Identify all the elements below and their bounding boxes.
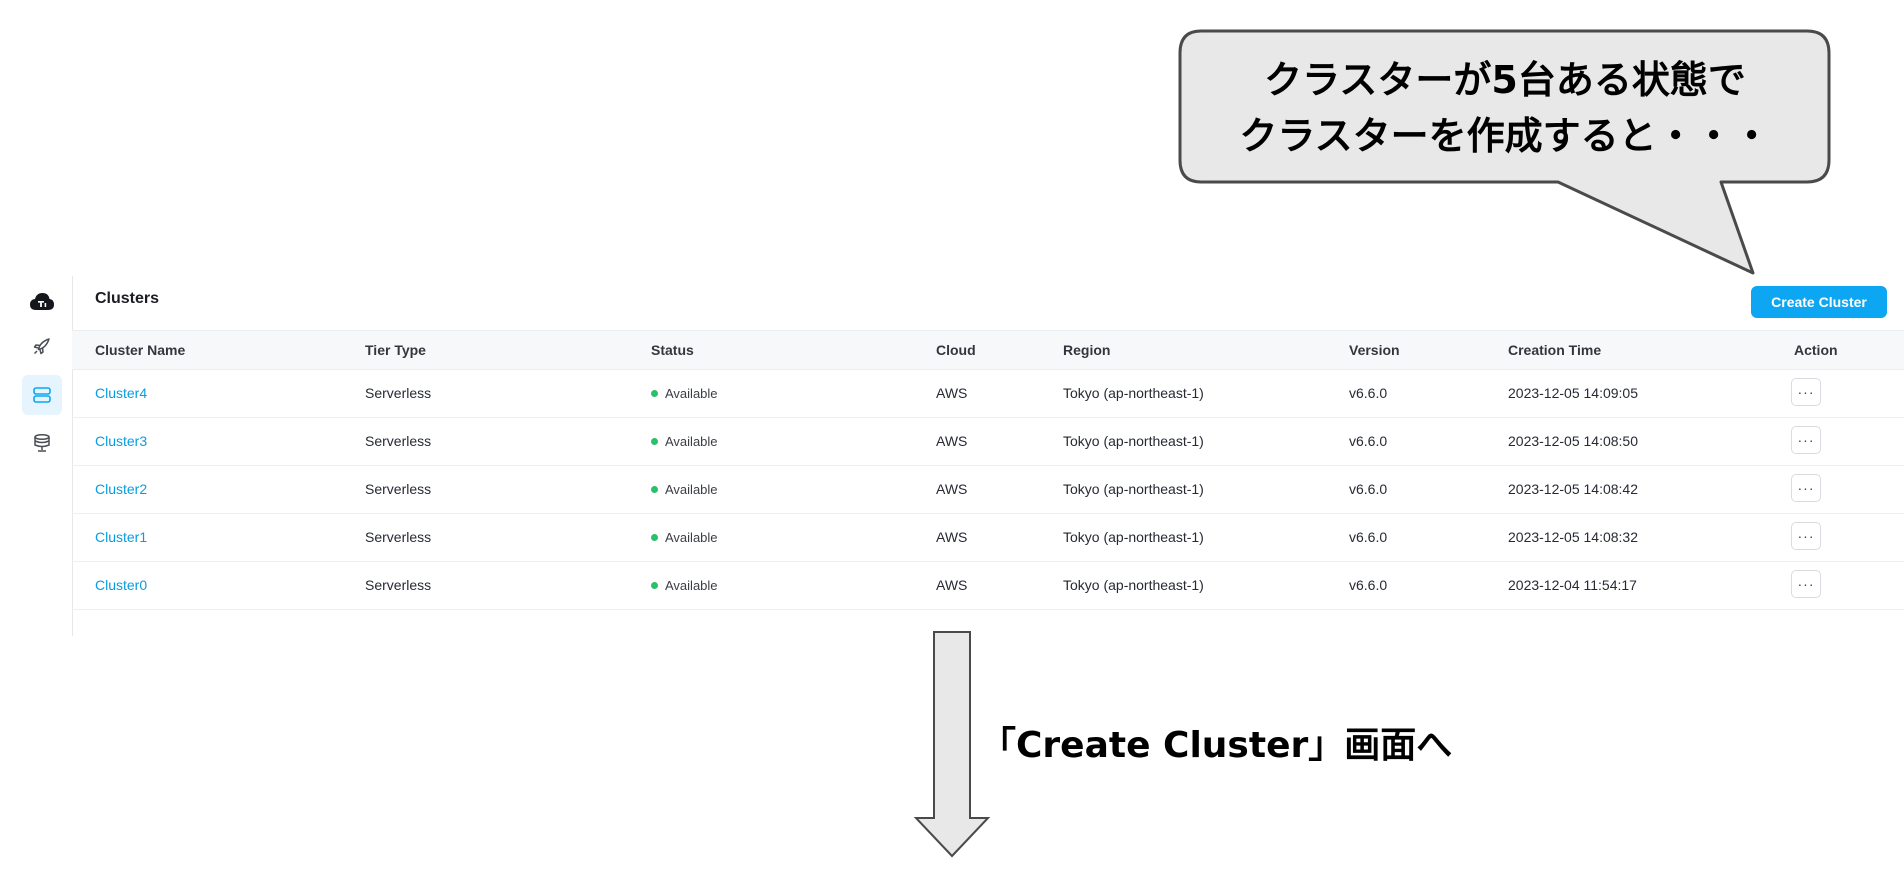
clusters-icon[interactable] (22, 375, 62, 415)
status-badge: Available (651, 578, 718, 593)
row-actions-button[interactable]: ··· (1791, 474, 1821, 502)
cloud: AWS (936, 481, 968, 497)
column-header-cluster-name[interactable]: Cluster Name (95, 342, 185, 358)
creation-time: 2023-12-05 14:08:32 (1508, 529, 1638, 545)
status-text: Available (665, 434, 718, 449)
callout-text: クラスターが5台ある状態で クラスターを作成すると・・・ (1180, 52, 1830, 164)
region: Tokyo (ap-northeast-1) (1063, 529, 1204, 545)
region: Tokyo (ap-northeast-1) (1063, 577, 1204, 593)
version: v6.6.0 (1349, 577, 1388, 593)
region: Tokyo (ap-northeast-1) (1063, 385, 1204, 401)
create-cluster-button[interactable]: Create Cluster (1751, 286, 1887, 318)
page-title: Clusters (95, 290, 160, 307)
row-actions-button[interactable]: ··· (1791, 522, 1821, 550)
cloud: AWS (936, 529, 968, 545)
table-row: Cluster3 Serverless Available AWS Tokyo … (72, 418, 1904, 466)
cloud-logo-icon[interactable] (22, 282, 62, 322)
status-badge: Available (651, 386, 718, 401)
tier-type: Serverless (365, 529, 432, 545)
table-header: Cluster Name Tier Type Status Cloud Regi… (72, 330, 1904, 370)
rocket-icon[interactable] (22, 326, 62, 366)
cluster-name-link[interactable]: Cluster1 (95, 529, 147, 545)
cluster-name-link[interactable]: Cluster4 (95, 385, 147, 401)
status-dot-icon (651, 534, 658, 541)
version: v6.6.0 (1349, 481, 1388, 497)
version: v6.6.0 (1349, 433, 1388, 449)
table-row: Cluster4 Serverless Available AWS Tokyo … (72, 370, 1904, 418)
sidebar (0, 276, 73, 636)
region: Tokyo (ap-northeast-1) (1063, 433, 1204, 449)
column-header-region[interactable]: Region (1063, 342, 1110, 358)
creation-time: 2023-12-05 14:08:50 (1508, 433, 1638, 449)
status-badge: Available (651, 482, 718, 497)
table-row: Cluster1 Serverless Available AWS Tokyo … (72, 514, 1904, 562)
creation-time: 2023-12-05 14:08:42 (1508, 481, 1638, 497)
status-text: Available (665, 530, 718, 545)
table-row: Cluster0 Serverless Available AWS Tokyo … (72, 562, 1904, 610)
database-icon[interactable] (22, 423, 62, 463)
cluster-name-link[interactable]: Cluster0 (95, 577, 147, 593)
cloud: AWS (936, 385, 968, 401)
cluster-name-link[interactable]: Cluster2 (95, 481, 147, 497)
tier-type: Serverless (365, 433, 432, 449)
region: Tokyo (ap-northeast-1) (1063, 481, 1204, 497)
clusters-table: Cluster Name Tier Type Status Cloud Regi… (72, 330, 1904, 610)
status-badge: Available (651, 530, 718, 545)
column-header-action: Action (1794, 342, 1838, 358)
status-badge: Available (651, 434, 718, 449)
cluster-name-link[interactable]: Cluster3 (95, 433, 147, 449)
column-header-cloud[interactable]: Cloud (936, 342, 976, 358)
callout-line-2: クラスターを作成すると・・・ (1239, 114, 1771, 158)
row-actions-button[interactable]: ··· (1791, 570, 1821, 598)
table-row: Cluster2 Serverless Available AWS Tokyo … (72, 466, 1904, 514)
status-text: Available (665, 386, 718, 401)
creation-time: 2023-12-05 14:09:05 (1508, 385, 1638, 401)
status-dot-icon (651, 390, 658, 397)
cloud: AWS (936, 433, 968, 449)
tier-type: Serverless (365, 577, 432, 593)
status-text: Available (665, 482, 718, 497)
column-header-creation-time[interactable]: Creation Time (1508, 342, 1601, 358)
status-text: Available (665, 578, 718, 593)
column-header-version[interactable]: Version (1349, 342, 1400, 358)
row-actions-button[interactable]: ··· (1791, 426, 1821, 454)
arrow-label: 「Create Cluster」画面へ (980, 725, 1453, 766)
row-actions-button[interactable]: ··· (1791, 378, 1821, 406)
column-header-tier-type[interactable]: Tier Type (365, 342, 426, 358)
tier-type: Serverless (365, 385, 432, 401)
version: v6.6.0 (1349, 529, 1388, 545)
cloud: AWS (936, 577, 968, 593)
column-header-status[interactable]: Status (651, 342, 694, 358)
status-dot-icon (651, 438, 658, 445)
status-dot-icon (651, 486, 658, 493)
version: v6.6.0 (1349, 385, 1388, 401)
callout-line-1: クラスターが5台ある状態で (1264, 58, 1746, 102)
tier-type: Serverless (365, 481, 432, 497)
creation-time: 2023-12-04 11:54:17 (1508, 577, 1637, 593)
status-dot-icon (651, 582, 658, 589)
